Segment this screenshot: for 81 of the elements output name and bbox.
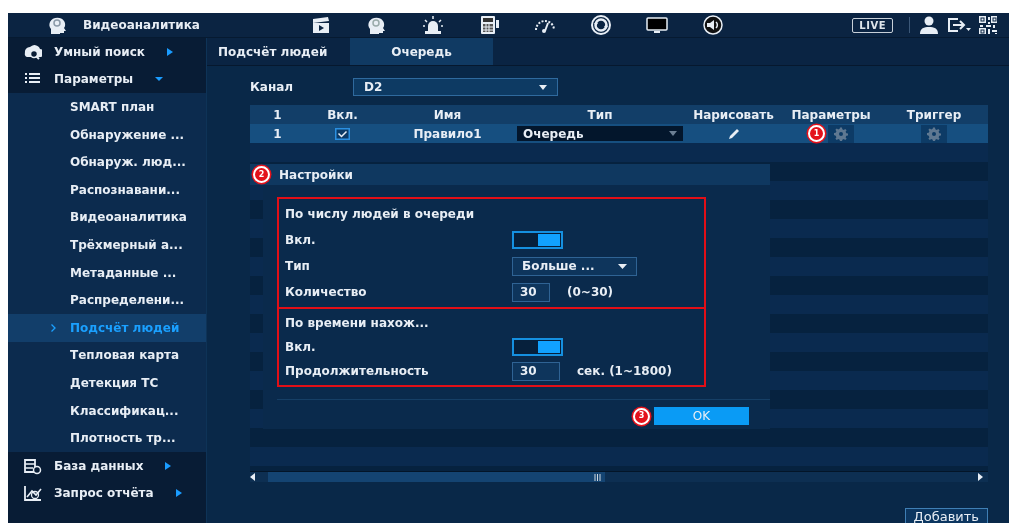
sidebar-item[interactable]: Запрос отчёта — [8, 479, 206, 508]
calculator-icon[interactable] — [478, 15, 500, 35]
settings-button[interactable] — [921, 124, 947, 143]
toggle-switch[interactable] — [512, 231, 563, 249]
sidebar-item[interactable]: Тепловая карта — [8, 341, 206, 370]
monitor-icon[interactable] — [646, 15, 668, 35]
sidebar-item[interactable]: Параметры — [8, 65, 206, 94]
range-hint: сек. (1~1800) — [577, 364, 672, 378]
sidebar-item[interactable]: Распознавани... — [8, 175, 206, 204]
checkbox-checked[interactable] — [335, 127, 350, 140]
head-icon[interactable] — [48, 15, 68, 35]
sidebar-item[interactable]: Видеоаналитика — [8, 203, 206, 232]
channel-label: Канал — [250, 80, 295, 94]
settings-icon — [927, 126, 941, 141]
siren-icon[interactable] — [422, 15, 444, 35]
column-header: Вкл. — [326, 107, 359, 122]
column-header: Параметры — [790, 107, 872, 122]
app-title: Видеоаналитика — [83, 18, 200, 32]
settings-icon — [834, 126, 848, 141]
field-label: Тип — [285, 259, 311, 273]
type-select[interactable]: Очередь — [517, 126, 683, 141]
tab[interactable]: Подсчёт людей — [207, 38, 350, 65]
number-field[interactable]: 30 — [512, 282, 550, 302]
table-cell-text: Правило1 — [412, 126, 483, 141]
speaker-icon[interactable] — [702, 15, 724, 35]
column-header: 1 — [272, 107, 283, 122]
refresh-icon[interactable] — [590, 15, 612, 35]
scroll-right-icon[interactable] — [978, 473, 984, 481]
table-cell-text: 1 — [272, 126, 283, 141]
sidebar-item[interactable]: Детекция ТС — [8, 369, 206, 397]
database-icon — [23, 456, 42, 475]
head-icon[interactable] — [366, 15, 388, 35]
callout-badge: 2 — [253, 166, 270, 183]
sidebar-item[interactable]: Обнаруж. люд... — [8, 148, 206, 176]
live-button[interactable]: LIVE — [852, 17, 893, 33]
sidebar-item[interactable]: SMART план — [8, 93, 206, 121]
toggle-switch[interactable] — [512, 338, 563, 356]
pencil-icon[interactable] — [727, 127, 740, 140]
settings-button[interactable] — [828, 124, 854, 143]
sidebar-item[interactable]: Умный поиск — [8, 38, 206, 66]
column-header: Тип — [586, 107, 614, 122]
field-label: Вкл. — [285, 340, 317, 354]
sidebar-item[interactable]: База данных — [8, 451, 206, 480]
chevron-right-icon — [51, 323, 56, 332]
range-hint: (0~30) — [567, 285, 614, 299]
user-icon[interactable] — [919, 16, 939, 34]
sidebar-item[interactable]: Подсчёт людей — [8, 313, 206, 342]
chart-icon — [23, 484, 42, 503]
callout-badge: 3 — [633, 407, 650, 425]
grip-icon — [594, 473, 601, 481]
caret-down-icon — [669, 131, 677, 136]
field-label: Продолжительность — [285, 364, 430, 378]
table-row[interactable]: 1 Правило1 Очередь 1 — [250, 124, 988, 143]
tab[interactable]: Очередь — [350, 38, 493, 65]
number-field[interactable]: 30 — [512, 361, 560, 381]
section-heading: По времени нахож... — [285, 316, 429, 330]
channel-select[interactable]: D2 — [353, 78, 558, 96]
callout-badge: 1 — [808, 125, 825, 142]
sidebar-item[interactable]: Обнаружение ... — [8, 120, 206, 149]
column-header: Нарисовать — [692, 107, 775, 122]
sidebar-item[interactable]: Плотность тр... — [8, 424, 206, 452]
column-header: Имя — [432, 107, 463, 122]
column-header: Триггер — [905, 107, 963, 122]
section-heading: По числу людей в очереди — [285, 207, 475, 221]
scroll-left-icon[interactable] — [250, 473, 256, 481]
field-label: Вкл. — [285, 233, 317, 247]
sidebar-item[interactable]: Классификац... — [8, 396, 206, 425]
type-select[interactable]: Больше ... — [512, 256, 637, 276]
sidebar-item[interactable]: Распределени... — [8, 286, 206, 314]
logout-icon[interactable] — [947, 16, 971, 34]
sidebar-item[interactable]: Трёхмерный а... — [8, 231, 206, 259]
qr-code-icon[interactable] — [979, 16, 997, 34]
sidebar-item[interactable]: Метаданные ... — [8, 258, 206, 287]
caret-down-icon — [539, 84, 547, 90]
caret-down-icon — [618, 263, 627, 269]
clapperboard-icon[interactable] — [310, 15, 332, 35]
search-icon — [23, 42, 42, 61]
add-button[interactable]: Добавить — [904, 508, 988, 523]
horizontal-scrollbar[interactable] — [250, 471, 988, 482]
field-label: Количество — [285, 285, 368, 299]
dialog-title: Настройки — [279, 167, 353, 182]
